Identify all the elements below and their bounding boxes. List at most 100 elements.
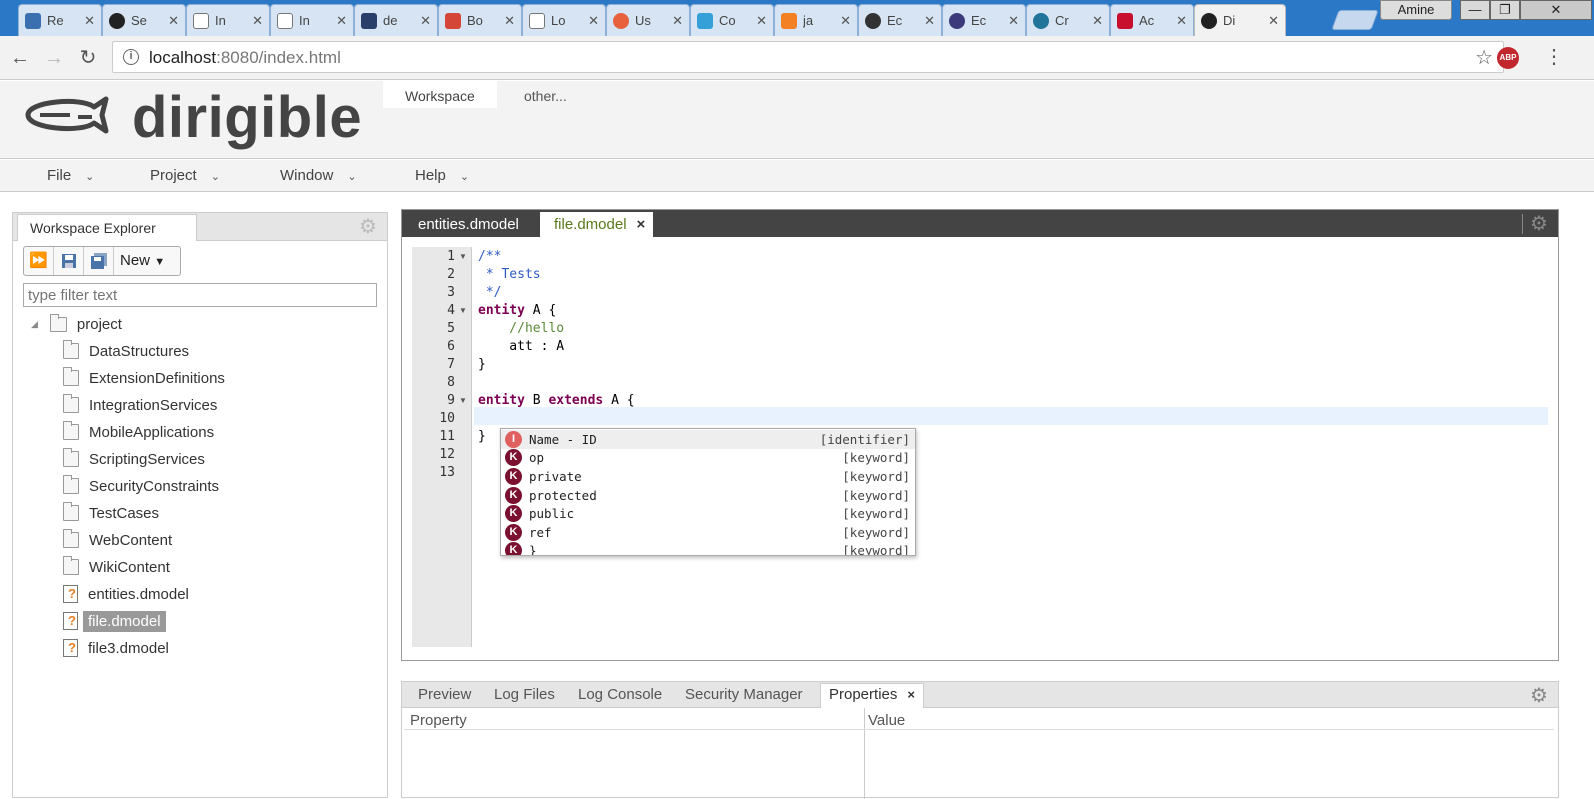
close-icon[interactable]: ✕ (1268, 13, 1279, 29)
code-line[interactable]: att : A (478, 338, 564, 356)
code-line[interactable]: */ (478, 284, 502, 302)
close-icon[interactable]: ✕ (504, 13, 515, 29)
tree-folder[interactable]: WebContent (63, 528, 172, 552)
tree-folder[interactable]: SecurityConstraints (63, 474, 219, 498)
fold-icon[interactable]: ▼ (459, 302, 467, 320)
browser-tab[interactable]: Ec ✕ (858, 4, 942, 36)
close-icon[interactable]: ✕ (420, 13, 431, 29)
browser-tab[interactable]: Se ✕ (102, 4, 186, 36)
close-icon[interactable]: ✕ (252, 13, 263, 29)
browser-tab[interactable]: Us ✕ (606, 4, 690, 36)
tab-log-console[interactable]: Log Console (578, 686, 662, 703)
gear-icon[interactable]: ⚙ (1530, 683, 1548, 708)
close-icon[interactable]: ✕ (84, 13, 95, 29)
autocomplete-item[interactable]: I Name - ID [identifier] (501, 430, 915, 449)
bookmark-star-icon[interactable]: ☆ (1475, 45, 1493, 70)
tree-file[interactable]: ? entities.dmodel (63, 582, 189, 606)
close-icon[interactable]: ✕ (672, 13, 683, 29)
autocomplete-item[interactable]: Kop [keyword] (501, 449, 915, 468)
browser-menu-icon[interactable]: ⋮ (1544, 44, 1564, 69)
tree-folder[interactable]: IntegrationServices (63, 393, 217, 417)
autocomplete-item[interactable]: Kpublic [keyword] (501, 504, 915, 523)
url-bar[interactable]: i localhost:8080/index.html ☆ (112, 41, 1504, 73)
close-icon[interactable]: ✕ (336, 13, 347, 29)
gear-icon[interactable]: ⚙ (1530, 211, 1548, 236)
tree-folder[interactable]: MobileApplications (63, 420, 214, 444)
tab-preview[interactable]: Preview (418, 686, 471, 703)
forward-icon[interactable]: → (42, 46, 66, 70)
browser-tab[interactable]: Ac ✕ (1110, 4, 1194, 36)
info-icon[interactable]: i (123, 49, 139, 65)
filter-input[interactable] (23, 283, 377, 307)
browser-tab[interactable]: Co ✕ (690, 4, 774, 36)
close-icon[interactable]: ✕ (1008, 13, 1019, 29)
tab-properties[interactable]: Properties × (820, 683, 924, 708)
new-tab-button[interactable] (1331, 10, 1379, 30)
autocomplete-item[interactable]: Kprotected [keyword] (501, 486, 915, 505)
fold-icon[interactable]: ▼ (459, 392, 467, 410)
maximize-button[interactable]: ❐ (1490, 0, 1520, 20)
autocomplete-item[interactable]: K} [keyword] (501, 542, 915, 555)
editor-tab-entities[interactable]: entities.dmodel (404, 212, 533, 237)
browser-tab[interactable]: Lo ✕ (522, 4, 606, 36)
expand-triangle-icon[interactable]: ◢ (31, 319, 38, 330)
browser-tab[interactable]: Bo ✕ (438, 4, 522, 36)
browser-tab[interactable]: Ec ✕ (942, 4, 1026, 36)
perspective-tab-other[interactable]: other... (502, 81, 589, 108)
browser-tab[interactable]: Cr ✕ (1026, 4, 1110, 36)
menu-file[interactable]: File ⌄ (47, 167, 94, 184)
tree-folder[interactable]: TestCases (63, 501, 159, 525)
tree-folder[interactable]: WikiContent (63, 555, 170, 579)
close-icon[interactable]: ✕ (1176, 13, 1187, 29)
code-line[interactable]: } (478, 428, 486, 446)
code-line[interactable]: * Tests (478, 266, 541, 284)
fold-icon[interactable]: ▼ (459, 248, 467, 266)
close-icon[interactable]: × (637, 216, 646, 233)
tree-file-selected[interactable]: ? file.dmodel (63, 609, 166, 633)
code-line[interactable]: entity B extends A { (478, 392, 635, 410)
close-icon[interactable]: ✕ (168, 13, 179, 29)
browser-tab[interactable]: ja ✕ (774, 4, 858, 36)
autocomplete-item[interactable]: Kprivate [keyword] (501, 467, 915, 486)
menu-window[interactable]: Window ⌄ (280, 167, 357, 184)
browser-tab-active[interactable]: Di ✕ (1194, 4, 1286, 36)
browser-tab[interactable]: In ✕ (270, 4, 354, 36)
code-line[interactable]: } (478, 356, 486, 374)
adblock-icon[interactable]: ABP (1497, 47, 1519, 69)
code-line[interactable]: entity A { (478, 302, 556, 320)
close-icon[interactable]: ✕ (588, 13, 599, 29)
menu-help[interactable]: Help ⌄ (415, 167, 469, 184)
save-all-icon[interactable] (84, 247, 114, 275)
tree-folder[interactable]: ScriptingServices (63, 447, 205, 471)
close-icon[interactable]: × (907, 687, 915, 702)
workspace-explorer-tab[interactable]: Workspace Explorer (17, 214, 197, 241)
back-icon[interactable]: ← (8, 46, 32, 70)
tree-project[interactable]: ◢ project (31, 312, 122, 336)
close-icon[interactable]: ✕ (924, 13, 935, 29)
publish-icon[interactable]: ⏩ (24, 247, 54, 275)
tree-file[interactable]: ? file3.dmodel (63, 636, 169, 660)
minimize-button[interactable]: — (1460, 0, 1490, 20)
tree-folder[interactable]: DataStructures (63, 339, 189, 363)
close-icon[interactable]: ✕ (756, 13, 767, 29)
browser-tab[interactable]: de ✕ (354, 4, 438, 36)
save-icon[interactable] (54, 247, 84, 275)
reload-icon[interactable]: ↻ (76, 46, 100, 70)
tab-security-manager[interactable]: Security Manager (685, 686, 803, 703)
close-icon[interactable]: ✕ (840, 13, 851, 29)
tree-folder[interactable]: ExtensionDefinitions (63, 366, 225, 390)
window-close-button[interactable]: ✕ (1520, 0, 1592, 20)
editor-tab-file[interactable]: file.dmodel × (540, 212, 654, 237)
new-dropdown-button[interactable]: New ▼ (114, 247, 171, 276)
perspective-tab-workspace[interactable]: Workspace (383, 81, 497, 108)
tab-log-files[interactable]: Log Files (494, 686, 555, 703)
browser-tab[interactable]: Re ✕ (18, 4, 102, 36)
gear-icon[interactable]: ⚙ (359, 214, 377, 239)
menu-project[interactable]: Project ⌄ (150, 167, 220, 184)
autocomplete-item[interactable]: Kref [keyword] (501, 523, 915, 542)
code-line[interactable]: /** (478, 248, 501, 266)
code-line[interactable]: //hello (478, 320, 564, 338)
user-profile-button[interactable]: Amine (1380, 0, 1452, 20)
close-icon[interactable]: ✕ (1092, 13, 1103, 29)
browser-tab[interactable]: In ✕ (186, 4, 270, 36)
